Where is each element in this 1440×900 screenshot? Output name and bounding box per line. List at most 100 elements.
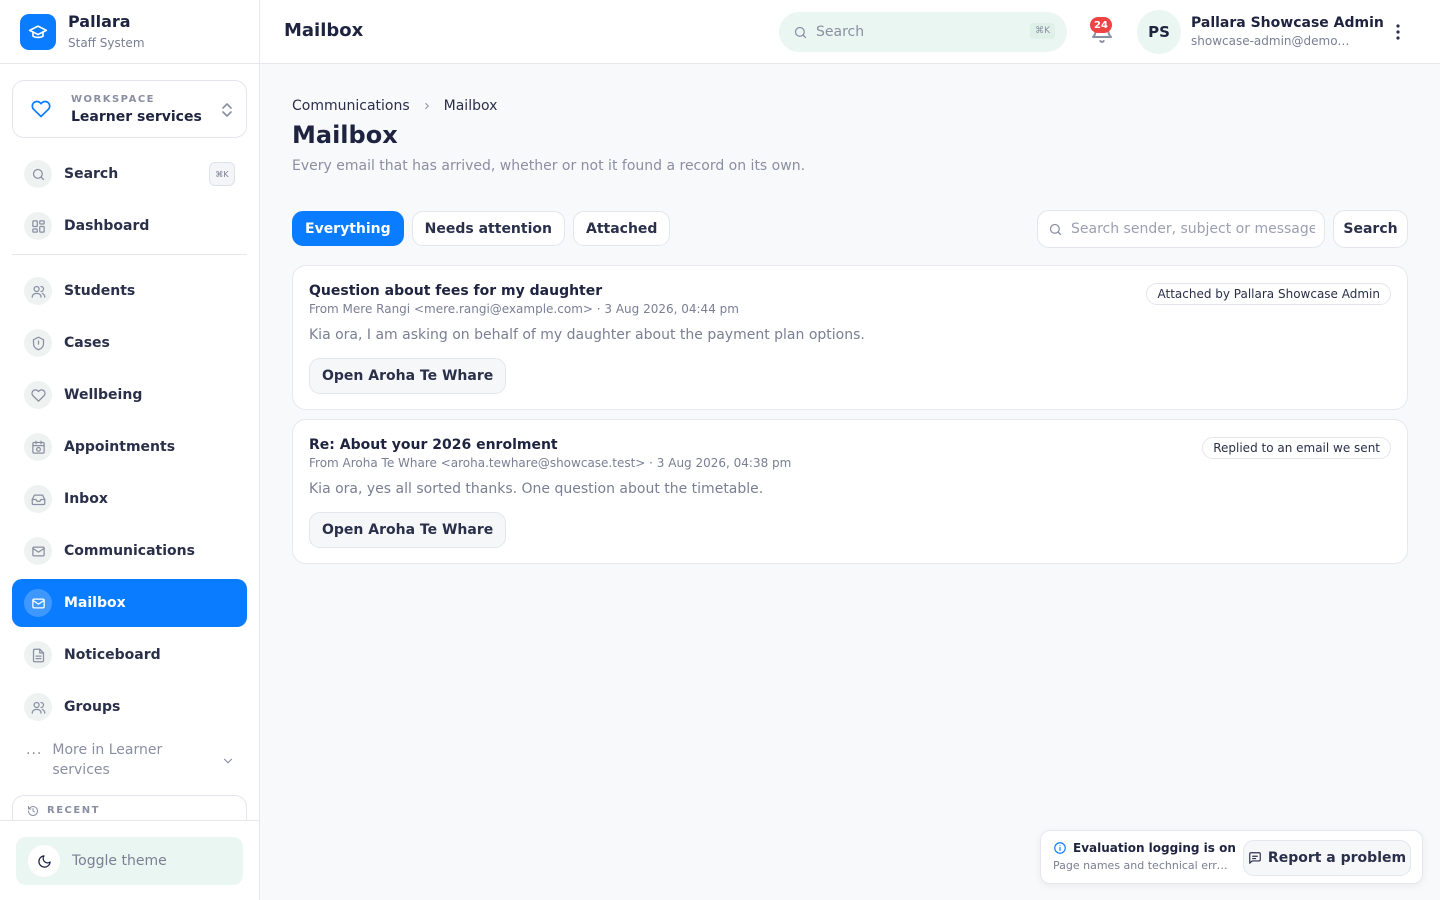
- workspace-label: WORKSPACE: [71, 93, 156, 105]
- global-search-input[interactable]: Search ⌘K: [779, 12, 1067, 52]
- workspace-switcher[interactable]: WORKSPACE Learner services: [12, 80, 247, 138]
- sidebar: Pallara Staff System WORKSPACE Learner s…: [0, 0, 260, 900]
- avatar[interactable]: PS: [1137, 10, 1181, 54]
- sidebar-item-communications[interactable]: Communications: [12, 527, 247, 575]
- heart-icon: [24, 381, 52, 409]
- sidebar-item-label: Dashboard: [64, 218, 150, 234]
- workspace-value: Learner services: [71, 108, 202, 125]
- sidebar-item-label: Wellbeing: [64, 387, 143, 403]
- email-subject: Question about fees for my daughter: [309, 283, 603, 299]
- sidebar-item-appointments[interactable]: Appointments: [12, 423, 247, 471]
- sidebar-item-inbox[interactable]: Inbox: [12, 475, 247, 523]
- sidebar-item-mailbox[interactable]: Mailbox: [12, 579, 247, 627]
- tab-needs-attention[interactable]: Needs attention: [411, 211, 565, 246]
- sidebar-item-label: Noticeboard: [64, 647, 161, 663]
- email-status-badge: Replied to an email we sent: [1202, 437, 1391, 459]
- user-name[interactable]: Pallara Showcase Admin: [1191, 15, 1384, 31]
- search-shortcut: ⌘K: [209, 162, 235, 186]
- search-icon: [794, 26, 807, 38]
- info-icon: [1054, 842, 1066, 854]
- chevron-right-icon: [424, 102, 429, 110]
- evaluation-subtitle: Page names and technical errors are reco…: [1053, 859, 1228, 872]
- sidebar-item-search[interactable]: Search ⌘K: [12, 150, 247, 198]
- mailbox-tabs: Everything Needs attention Attached: [292, 211, 678, 246]
- sidebar-item-students[interactable]: Students: [12, 267, 247, 315]
- breadcrumb-mailbox: Mailbox: [443, 98, 498, 114]
- chevron-down-icon: [223, 758, 233, 764]
- sidebar-item-noticeboard[interactable]: Noticeboard: [12, 631, 247, 679]
- moon-icon: [28, 845, 60, 877]
- email-card: Re: About your 2026 enrolment From Aroha…: [292, 419, 1408, 564]
- sidebar-footer: Toggle theme: [0, 820, 259, 900]
- tab-attached[interactable]: Attached: [572, 211, 671, 246]
- message-square-icon: [1249, 852, 1261, 864]
- sidebar-item-label: Inbox: [64, 491, 108, 507]
- sidebar-more-toggle[interactable]: ··· More in Learner services: [12, 740, 247, 786]
- evaluation-title: Evaluation logging is on: [1053, 841, 1236, 855]
- sidebar-item-label: Communications: [64, 543, 195, 559]
- email-status-badge: Attached by Pallara Showcase Admin: [1146, 283, 1391, 305]
- email-snippet: Kia ora, I am asking on behalf of my dau…: [309, 327, 865, 343]
- document-icon: [24, 641, 52, 669]
- mail-icon: [24, 537, 52, 565]
- sidebar-item-cases[interactable]: Cases: [12, 319, 247, 367]
- report-problem-label: Report a problem: [1267, 850, 1407, 866]
- breadcrumb-communications[interactable]: Communications: [292, 98, 410, 114]
- calendar-clock-icon: [24, 433, 52, 461]
- global-search-placeholder: Search: [816, 24, 865, 40]
- notification-badge: 24: [1090, 17, 1112, 33]
- chevron-up-down-icon: [222, 103, 232, 117]
- email-card: Question about fees for my daughter From…: [292, 265, 1408, 410]
- inbox-icon: [24, 485, 52, 513]
- history-icon: [28, 805, 38, 816]
- users-icon: [24, 693, 52, 721]
- evaluation-title-text: Evaluation logging is on: [1073, 841, 1236, 855]
- mailbox-filter: [1037, 210, 1325, 248]
- heart-icon: [31, 100, 51, 118]
- page-subtitle: Every email that has arrived, whether or…: [292, 158, 806, 174]
- email-subject: Re: About your 2026 enrolment: [309, 437, 558, 453]
- sidebar-item-wellbeing[interactable]: Wellbeing: [12, 371, 247, 419]
- sidebar-more-label: More in Learner services: [52, 742, 163, 778]
- search-button[interactable]: Search: [1333, 210, 1408, 248]
- grid-icon: [24, 212, 52, 240]
- sidebar-item-label: Cases: [64, 335, 110, 351]
- email-snippet: Kia ora, yes all sorted thanks. One ques…: [309, 481, 764, 497]
- sidebar-item-label: Appointments: [64, 439, 176, 455]
- tab-everything[interactable]: Everything: [292, 211, 404, 246]
- brand-subtitle: Staff System: [68, 36, 145, 50]
- breadcrumb: Communications Mailbox: [292, 98, 497, 114]
- global-search-shortcut: ⌘K: [1030, 23, 1055, 39]
- user-email: showcase-admin@demo.pallara.test: [1191, 34, 1351, 48]
- graduation-cap-icon: [20, 13, 56, 50]
- sidebar-item-dashboard[interactable]: Dashboard: [12, 202, 247, 250]
- sidebar-item-label: Search: [64, 166, 119, 182]
- mail-icon: [24, 589, 52, 617]
- toggle-theme-button[interactable]: Toggle theme: [16, 837, 243, 885]
- recent-label: RECENT: [47, 805, 100, 816]
- search-icon: [24, 160, 52, 188]
- open-record-button[interactable]: Open Aroha Te Whare: [309, 358, 507, 394]
- sidebar-divider: [12, 254, 247, 255]
- ellipsis-icon: ···: [26, 746, 43, 762]
- users-icon: [24, 277, 52, 305]
- report-problem-button[interactable]: Report a problem: [1243, 840, 1411, 876]
- shield-icon: [24, 329, 52, 357]
- open-record-button[interactable]: Open Aroha Te Whare: [309, 512, 507, 548]
- topbar-title: Mailbox: [284, 20, 364, 41]
- page-title: Mailbox: [292, 121, 398, 149]
- more-vertical-icon[interactable]: [1388, 22, 1408, 42]
- brand[interactable]: Pallara Staff System: [0, 0, 259, 64]
- sidebar-item-label: Mailbox: [64, 595, 126, 611]
- toggle-theme-label: Toggle theme: [72, 853, 167, 869]
- email-meta: From Aroha Te Whare <aroha.tewhare@showc…: [309, 456, 792, 470]
- sidebar-item-label: Groups: [64, 699, 121, 715]
- sidebar-item-label: Students: [64, 283, 136, 299]
- mailbox-search-input[interactable]: [1071, 221, 1315, 237]
- topbar: Mailbox Search ⌘K 24 PS Pallara Showcase…: [260, 0, 1440, 64]
- sidebar-item-groups[interactable]: Groups: [12, 683, 247, 731]
- brand-name: Pallara: [68, 12, 131, 31]
- email-meta: From Mere Rangi <mere.rangi@example.com>…: [309, 302, 739, 316]
- search-icon: [1049, 223, 1062, 235]
- evaluation-banner: Evaluation logging is on Page names and …: [1040, 830, 1423, 884]
